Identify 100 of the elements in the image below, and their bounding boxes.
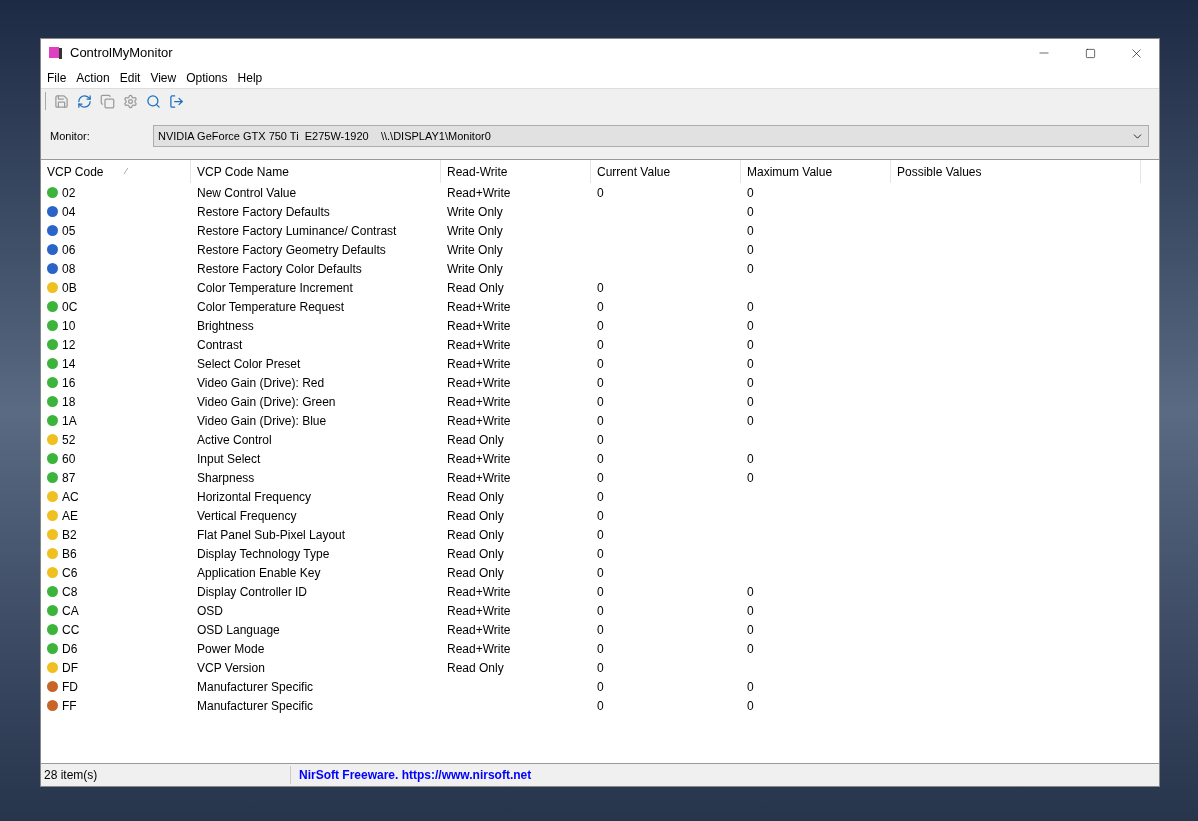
- table-cell-text: 0: [597, 184, 604, 202]
- table-cell-text: Read+Write: [447, 583, 511, 601]
- table-cell-text: 0: [597, 317, 604, 335]
- table-cell-text: Manufacturer Specific: [197, 697, 314, 715]
- table-cell-text: 14: [62, 355, 76, 373]
- table-cell-text: Restore Factory Geometry Defaults: [197, 241, 386, 259]
- table-cell-text: Color Temperature Increment: [197, 279, 353, 297]
- table-cell-text: Restore Factory Defaults: [197, 203, 330, 221]
- column-header[interactable]: Read-Write: [441, 160, 591, 183]
- table-cell-text: Read+Write: [447, 469, 511, 487]
- menu-item[interactable]: File: [42, 68, 72, 87]
- menu-item[interactable]: Help: [232, 68, 268, 87]
- table-cell-text: 05: [62, 222, 76, 240]
- monitor-dropdown[interactable]: NVIDIA GeForce GTX 750 Ti E275W-1920 \\.\DISPLAY1\Monitor0: [153, 125, 1149, 147]
- table-cell-text: 02: [62, 184, 76, 202]
- table-cell-text: D6: [62, 640, 78, 658]
- toolbar-button[interactable]: [168, 93, 184, 109]
- table-cell-text: 0: [747, 241, 754, 259]
- table-cell-text: Display Technology Type: [197, 545, 330, 563]
- table-cell-text: 0: [597, 431, 604, 449]
- table-cell-text: Read Only: [447, 279, 504, 297]
- table-cell-text: Read+Write: [447, 317, 511, 335]
- website-link[interactable]: NirSoft Freeware. https://www.nirsoft.net: [291, 766, 532, 784]
- column-header[interactable]: VCP Code Name: [191, 160, 441, 183]
- table-cell-text: 0: [747, 697, 754, 715]
- table-cell-text: 0: [597, 602, 604, 620]
- column-header[interactable]: Possible Values: [891, 160, 1141, 183]
- table-cell-text: DF: [62, 659, 78, 677]
- table-cell-text: 0: [597, 564, 604, 582]
- toolbar-button[interactable]: [145, 93, 161, 109]
- column-header[interactable]: Current Value: [591, 160, 741, 183]
- table-cell-text: 0: [747, 393, 754, 411]
- table-cell-text: Contrast: [197, 336, 243, 354]
- table-cell-text: FD: [62, 678, 78, 696]
- table-cell-text: 0: [747, 317, 754, 335]
- table-cell-text: Read Only: [447, 564, 504, 582]
- table-cell-text: 0: [747, 602, 754, 620]
- table-cell-text: 52: [62, 431, 76, 449]
- table-cell-text: OSD: [197, 602, 223, 620]
- column-header[interactable]: Maximum Value: [741, 160, 891, 183]
- table-cell-text: Brightness: [197, 317, 254, 335]
- save-icon: [53, 93, 69, 109]
- table-cell-text: Restore Factory Color Defaults: [197, 260, 362, 278]
- table-cell-text: Sharpness: [197, 469, 255, 487]
- table-cell-text: Active Control: [197, 431, 272, 449]
- table-cell-text: 0: [747, 336, 754, 354]
- table-cell-text: 0: [597, 640, 604, 658]
- table-cell-text: C6: [62, 564, 78, 582]
- table-cell-text: 0B: [62, 279, 77, 297]
- table-cell-text: 0: [597, 659, 604, 677]
- table-cell-text: Read Only: [447, 659, 504, 677]
- table-cell-text: 0: [747, 374, 754, 392]
- table-cell-text: Read+Write: [447, 621, 511, 639]
- table-cell-text: Restore Factory Luminance/ Contrast: [197, 222, 397, 240]
- table-cell-text: Write Only: [447, 203, 503, 221]
- table-cell-text: 0: [747, 469, 754, 487]
- table-cell-text: Read+Write: [447, 374, 511, 392]
- monitor-icon: [48, 45, 64, 61]
- table-cell-text: 0: [597, 450, 604, 468]
- table-cell-text: Read+Write: [447, 393, 511, 411]
- table-cell-text: 0: [597, 355, 604, 373]
- table-cell-text: 0: [747, 583, 754, 601]
- table-cell-text: 0: [597, 526, 604, 544]
- table-cell-text: Read Only: [447, 507, 504, 525]
- table-cell-text: 0: [747, 678, 754, 696]
- menu-item[interactable]: Action: [71, 68, 115, 87]
- table-cell-text: 10: [62, 317, 76, 335]
- column-header[interactable]: VCP Code ⁄: [41, 160, 191, 183]
- table-cell-text: Horizontal Frequency: [197, 488, 312, 506]
- refresh-icon: [76, 93, 92, 109]
- table-cell-text: Read+Write: [447, 412, 511, 430]
- table-cell-text: Read Only: [447, 431, 504, 449]
- table-cell-text: 60: [62, 450, 76, 468]
- table-cell-text: Vertical Frequency: [197, 507, 297, 525]
- table-cell-text: 0: [747, 355, 754, 373]
- table-cell-text: Read+Write: [447, 355, 511, 373]
- table-cell-text: CA: [62, 602, 79, 620]
- table-cell-text: 16: [62, 374, 76, 392]
- table-cell-text: 0: [747, 203, 754, 221]
- table-cell-text: VCP Version: [197, 659, 265, 677]
- table-cell-text: Read Only: [447, 526, 504, 544]
- table-cell-text: Read+Write: [447, 640, 511, 658]
- table-cell-text: 0: [597, 412, 604, 430]
- table-cell-text: Display Controller ID: [197, 583, 308, 601]
- table-cell-text: 0: [597, 279, 604, 297]
- menu-item[interactable]: Edit: [114, 68, 146, 87]
- table-cell-text: 0: [597, 583, 604, 601]
- menu-item[interactable]: View: [145, 68, 182, 87]
- table-cell-text: B6: [62, 545, 77, 563]
- table-cell-text: Read Only: [447, 488, 504, 506]
- menu-item[interactable]: Options: [181, 68, 233, 87]
- table-cell-text: Input Select: [197, 450, 261, 468]
- table-cell-text: 0: [597, 336, 604, 354]
- table-cell-text: Video Gain (Drive): Blue: [197, 412, 327, 430]
- monitor-label: Monitor:: [50, 128, 91, 144]
- table-cell-text: Read+Write: [447, 450, 511, 468]
- table-cell-text: Video Gain (Drive): Green: [197, 393, 336, 411]
- table-cell-text: 0: [747, 222, 754, 240]
- toolbar-button[interactable]: [76, 93, 92, 109]
- copy-icon: [99, 93, 115, 109]
